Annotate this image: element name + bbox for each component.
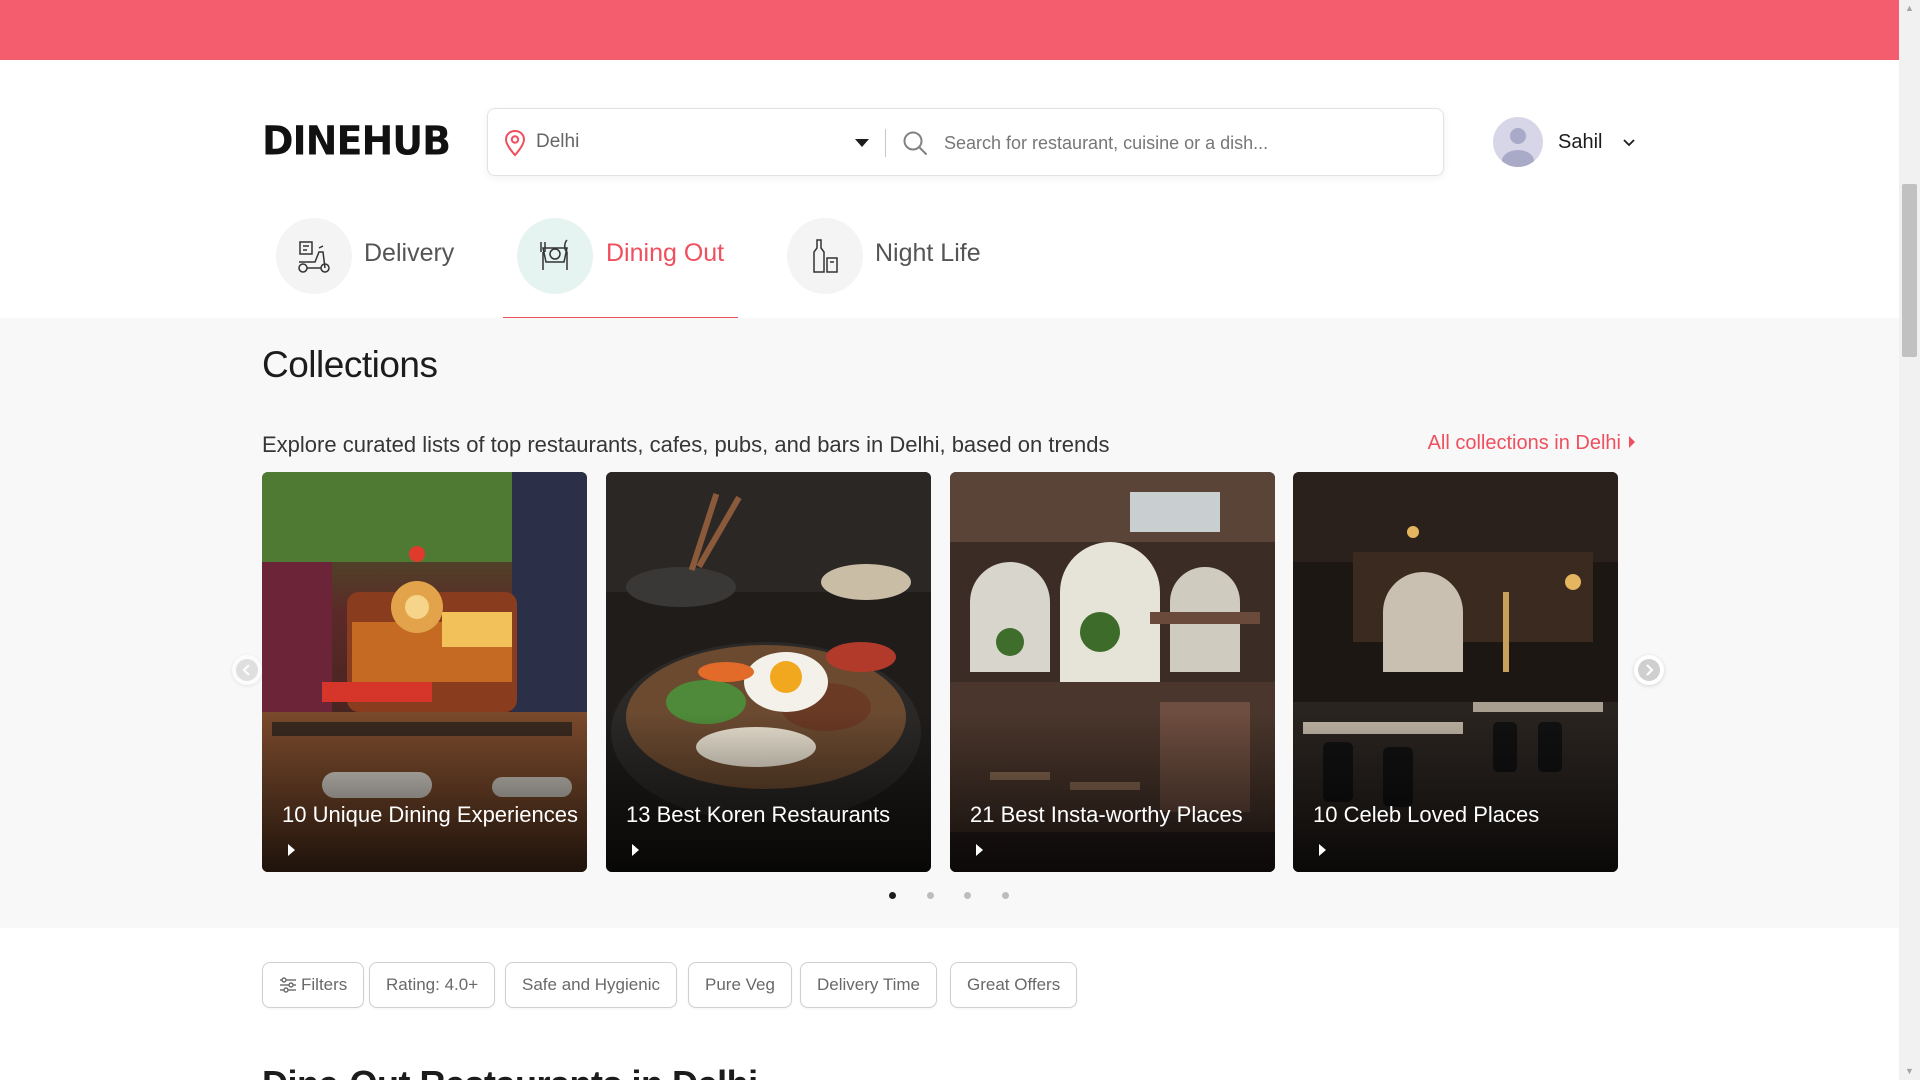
- filter-rating[interactable]: Rating: 4.0+: [369, 962, 496, 1008]
- tab-night-life-label: Night Life: [875, 239, 981, 267]
- filter-pure-veg-label: Pure Veg: [705, 975, 775, 994]
- dining-plate-icon: [517, 218, 593, 294]
- pagination-dot[interactable]: [964, 892, 971, 899]
- tab-dining-out[interactable]: Dining Out: [503, 210, 738, 320]
- filter-rating-label: Rating: 4.0+: [386, 975, 479, 994]
- filter-great-offers-label: Great Offers: [967, 975, 1061, 994]
- play-arrow-icon: [632, 844, 639, 856]
- tab-dining-out-label: Dining Out: [606, 239, 725, 267]
- carousel-prev-button[interactable]: [232, 655, 262, 685]
- card-overlay: [1293, 712, 1618, 872]
- collection-card-title: 21 Best Insta-worthy Places: [970, 802, 1243, 827]
- play-arrow-icon: [976, 844, 983, 856]
- top-banner: [0, 0, 1899, 60]
- filters-label: Filters: [301, 975, 348, 994]
- collections-carousel: 10 Unique Dining Experiences 13 Best Kor…: [262, 472, 1618, 872]
- sliders-icon: [280, 977, 296, 993]
- location-pin-icon: [504, 129, 526, 157]
- all-collections-link[interactable]: All collections in Delhi: [1428, 432, 1635, 455]
- filter-safe-hygienic-label: Safe and Hygienic: [522, 975, 660, 994]
- collection-card[interactable]: 10 Celeb Loved Places: [1293, 472, 1618, 872]
- scooter-icon: [276, 218, 352, 294]
- scroll-up-icon[interactable]: ▲: [1899, 0, 1920, 17]
- collection-card[interactable]: 13 Best Koren Restaurants: [606, 472, 931, 872]
- page-scrollbar[interactable]: ▲ ▼: [1899, 0, 1920, 1080]
- filter-delivery-time-label: Delivery Time: [817, 975, 920, 994]
- carousel-pagination: [884, 892, 1014, 904]
- play-arrow-icon: [1319, 844, 1326, 856]
- user-name[interactable]: Sahil: [1558, 131, 1602, 154]
- tab-night-life[interactable]: Night Life: [787, 210, 987, 318]
- pagination-dot[interactable]: [889, 892, 896, 899]
- filter-pure-veg[interactable]: Pure Veg: [688, 962, 792, 1008]
- user-avatar-icon[interactable]: [1493, 117, 1543, 167]
- scroll-down-icon[interactable]: ▼: [1899, 1063, 1920, 1080]
- collection-card[interactable]: 10 Unique Dining Experiences: [262, 472, 587, 872]
- collections-subtitle: Explore curated lists of top restaurants…: [262, 432, 1110, 457]
- bottle-glass-icon: [787, 218, 863, 294]
- search-divider: [885, 129, 886, 157]
- all-collections-link-label: All collections in Delhi: [1427, 432, 1621, 454]
- tab-delivery[interactable]: Delivery: [276, 210, 456, 318]
- tab-delivery-label: Delivery: [364, 239, 455, 267]
- caret-right-icon: [1629, 436, 1635, 448]
- location-value[interactable]: Delhi: [536, 131, 579, 153]
- filter-great-offers[interactable]: Great Offers: [950, 962, 1078, 1008]
- collection-card-title: 13 Best Koren Restaurants: [626, 802, 891, 827]
- collections-title: Collections: [262, 344, 438, 385]
- category-tabs: Delivery Dining Out Night Life: [262, 210, 1062, 320]
- dine-out-heading: Dine-Out Restaurants in Delhi: [262, 1063, 758, 1080]
- pagination-dot[interactable]: [1002, 892, 1009, 899]
- header: DINEHUB Delhi Sahil: [0, 60, 1899, 320]
- chevron-left-icon: [236, 659, 258, 681]
- filter-delivery-time[interactable]: Delivery Time: [800, 962, 937, 1008]
- user-menu[interactable]: Sahil: [1493, 117, 1643, 169]
- card-overlay: [606, 712, 931, 872]
- filter-safe-hygienic[interactable]: Safe and Hygienic: [505, 962, 677, 1008]
- location-dropdown-icon[interactable]: [855, 139, 869, 147]
- card-overlay: [950, 712, 1275, 872]
- collection-card-title: 10 Unique Dining Experiences: [282, 802, 578, 827]
- magnifier-icon: [903, 131, 927, 155]
- search-input[interactable]: [944, 123, 1424, 163]
- carousel-next-button[interactable]: [1634, 655, 1664, 685]
- logo[interactable]: DINEHUB: [262, 121, 451, 161]
- card-overlay: [262, 712, 587, 872]
- collections-section: Collections Explore curated lists of top…: [0, 318, 1899, 928]
- scrollbar-thumb[interactable]: [1902, 184, 1917, 357]
- play-arrow-icon: [288, 844, 295, 856]
- chevron-down-icon[interactable]: [1621, 135, 1637, 149]
- pagination-dot[interactable]: [927, 892, 934, 899]
- filters-button[interactable]: Filters: [262, 962, 365, 1008]
- collection-card[interactable]: 21 Best Insta-worthy Places: [950, 472, 1275, 872]
- filter-bar: Filters Rating: 4.0+ Safe and Hygienic P…: [262, 962, 1162, 1008]
- chevron-right-icon: [1638, 659, 1660, 681]
- collection-card-title: 10 Celeb Loved Places: [1313, 802, 1540, 827]
- search-bar: Delhi: [487, 108, 1444, 176]
